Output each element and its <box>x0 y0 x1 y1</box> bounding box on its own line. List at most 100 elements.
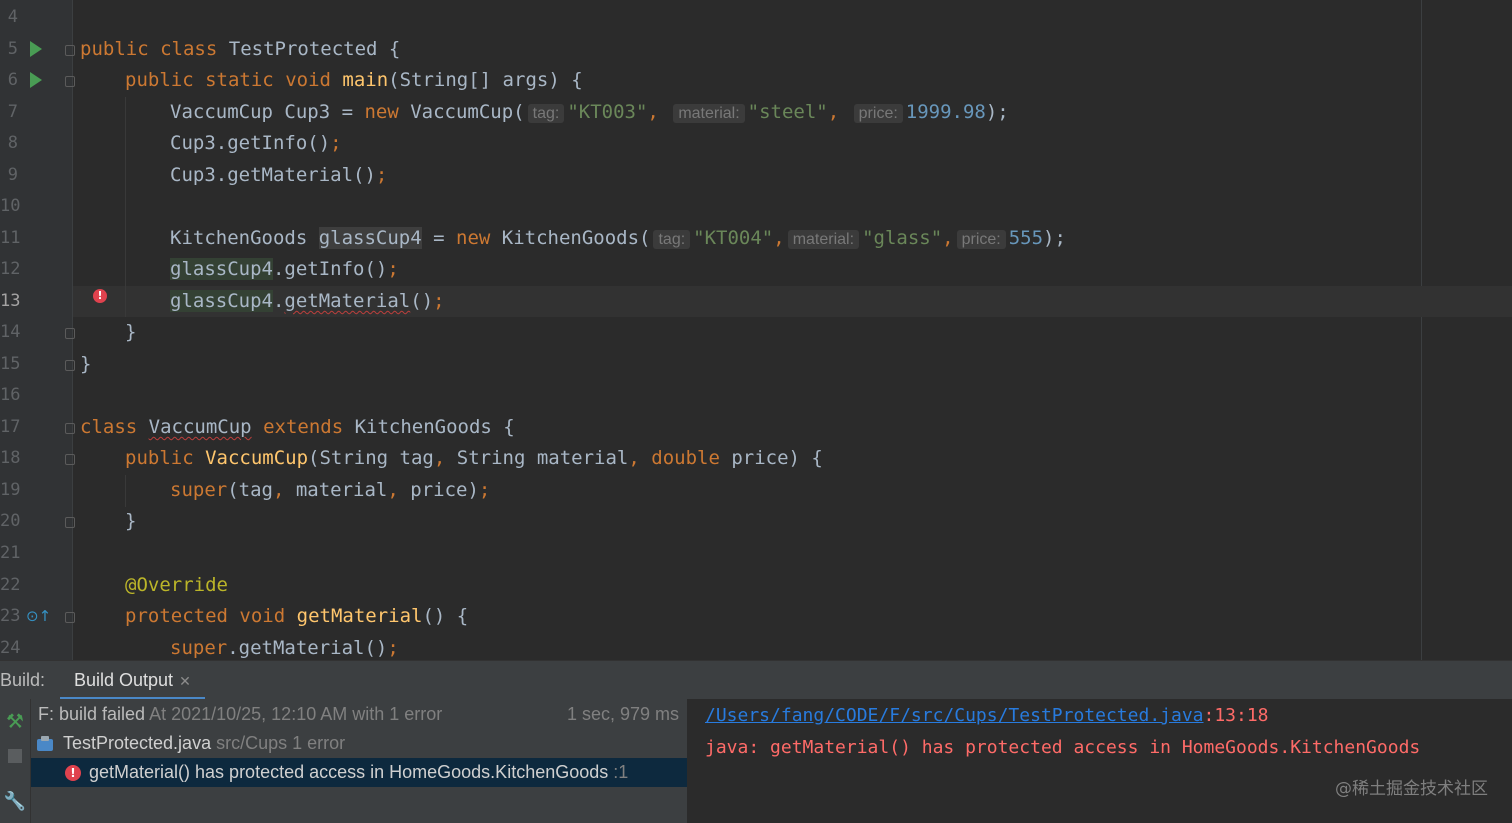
code-text: protected void getMaterial() { <box>125 605 469 627</box>
code-text: KitchenGoods glassCup4 = new KitchenGood… <box>170 227 1066 249</box>
run-main-icon[interactable] <box>30 72 42 88</box>
fold-icon[interactable] <box>65 517 75 528</box>
fold-icon[interactable] <box>65 45 75 56</box>
line-number: 7 <box>7 102 18 122</box>
line-number: 19 <box>0 480 21 500</box>
code-line-6: 6 public static void main(String[] args)… <box>0 65 1512 96</box>
line-number: 20 <box>0 511 21 531</box>
hammer-icon[interactable]: ⚒ <box>0 709 30 733</box>
fold-icon[interactable] <box>65 612 75 623</box>
file-path: src/Cups 1 error <box>216 733 346 753</box>
code-line-23: 23 ⊙↑ protected void getMaterial() { <box>0 601 1512 632</box>
line-number: 21 <box>0 543 21 563</box>
code-text: super(tag, material, price); <box>170 479 491 501</box>
code-text: class VaccumCup extends KitchenGoods { <box>80 416 515 438</box>
tab-build-output[interactable]: Build Output ✕ <box>60 661 205 700</box>
code-text: public class TestProtected { <box>80 38 401 60</box>
code-line-4: 4 <box>0 2 1512 33</box>
code-text: Cup3.getMaterial(); <box>170 164 388 186</box>
code-line-17: 17 class VaccumCup extends KitchenGoods … <box>0 412 1512 443</box>
watermark: @稀土掘金技术社区 <box>1335 779 1488 799</box>
java-file-icon <box>37 736 55 752</box>
error-icon: ! <box>65 765 81 782</box>
code-text: public VaccumCup(String tag, String mate… <box>125 447 823 469</box>
code-text: } <box>80 353 92 375</box>
line-number: 6 <box>7 70 18 90</box>
line-number: 11 <box>0 228 21 248</box>
param-hint: tag: <box>527 104 565 123</box>
code-line-13: 13 ! glassCup4.getMaterial(); <box>0 286 1512 317</box>
param-hint: price: <box>956 230 1006 249</box>
build-panel: ⚒ 🔧 F: build failed At 2021/10/25, 12:10… <box>0 699 1512 823</box>
error-location: :1 <box>613 762 629 782</box>
param-hint: price: <box>853 104 903 123</box>
code-text: super.getMaterial(); <box>170 637 399 659</box>
param-hint: material: <box>787 230 860 249</box>
code-line-10: 10 <box>0 191 1512 222</box>
param-hint: tag: <box>653 230 691 249</box>
tree-row-file[interactable]: TestProtected.java src/Cups 1 error <box>31 729 687 758</box>
code-line-15: 15 } <box>0 349 1512 380</box>
line-number: 4 <box>7 7 18 27</box>
line-number: 5 <box>7 39 18 59</box>
line-number: 24 <box>0 638 21 658</box>
fold-icon[interactable] <box>65 76 75 87</box>
error-position: :13:18 <box>1203 705 1269 726</box>
error-bulb-icon[interactable]: ! <box>93 289 107 303</box>
code-text: Cup3.getInfo(); <box>170 132 342 154</box>
line-number: 9 <box>7 165 18 185</box>
code-line-20: 20 } <box>0 506 1512 537</box>
wrench-icon[interactable]: 🔧 <box>0 791 30 812</box>
build-tree: F: build failed At 2021/10/25, 12:10 AM … <box>31 699 687 823</box>
code-text: glassCup4.getInfo(); <box>170 258 399 280</box>
code-line-9: 9 Cup3.getMaterial(); <box>0 160 1512 191</box>
line-number: 10 <box>0 196 21 216</box>
tree-row-error[interactable]: ! getMaterial() has protected access in H… <box>31 758 687 787</box>
code-line-14: 14 } <box>0 317 1512 348</box>
tree-row-build-result[interactable]: F: build failed At 2021/10/25, 12:10 AM … <box>31 700 687 729</box>
file-name: TestProtected.java <box>63 733 212 753</box>
code-line-16: 16 <box>0 380 1512 411</box>
code-text: glassCup4.getMaterial(); <box>170 290 445 312</box>
build-time-info: At 2021/10/25, 12:10 AM with 1 error <box>149 704 443 724</box>
console-error-line: java: getMaterial() has protected access… <box>705 737 1421 758</box>
code-text: public static void main(String[] args) { <box>125 69 583 91</box>
file-link[interactable]: /Users/fang/CODE/F/src/Cups/TestProtecte… <box>705 705 1204 726</box>
fold-icon[interactable] <box>65 328 75 339</box>
build-label: Build: <box>0 670 46 690</box>
build-side-toolbar: ⚒ 🔧 <box>0 699 31 823</box>
code-text: } <box>125 510 137 532</box>
code-line-8: 8 Cup3.getInfo(); <box>0 128 1512 159</box>
fold-icon[interactable] <box>65 454 75 465</box>
fold-icon[interactable] <box>65 423 75 434</box>
build-console[interactable]: /Users/fang/CODE/F/src/Cups/TestProtecte… <box>688 699 1512 823</box>
line-number: 12 <box>0 259 21 279</box>
line-number: 18 <box>0 448 21 468</box>
line-number: 15 <box>0 354 21 374</box>
console-line: /Users/fang/CODE/F/src/Cups/TestProtecte… <box>705 700 1269 731</box>
code-line-21: 21 <box>0 538 1512 569</box>
line-number: 22 <box>0 575 21 595</box>
code-text: } <box>125 321 137 343</box>
close-icon[interactable]: ✕ <box>179 673 191 689</box>
build-status: F: build failed <box>38 704 146 724</box>
code-line-5: 5 public class TestProtected { <box>0 34 1512 65</box>
error-message: getMaterial() has protected access in Ho… <box>89 762 609 782</box>
stop-icon[interactable] <box>0 749 30 763</box>
line-number: 23 <box>0 606 21 626</box>
param-hint: material: <box>673 104 745 123</box>
run-class-icon[interactable] <box>30 41 42 57</box>
fold-icon[interactable] <box>65 360 75 371</box>
code-line-18: 18 public VaccumCup(String tag, String m… <box>0 443 1512 474</box>
code-editor[interactable]: 4 5 public class TestProtected { 6 publi… <box>0 0 1512 660</box>
line-number: 13 <box>0 291 21 311</box>
build-toolwindow-header: Build: Build Output ✕ <box>0 660 1512 700</box>
override-method-icon[interactable]: ⊙↑ <box>26 601 51 632</box>
line-number: 16 <box>0 385 21 405</box>
code-line-24: 24 super.getMaterial(); <box>0 633 1512 660</box>
line-number: 8 <box>7 133 18 153</box>
code-line-7: 7 VaccumCup Cup3 = new VaccumCup(tag: "KT… <box>0 97 1512 128</box>
code-text: @Override <box>125 574 228 596</box>
tab-label: Build Output <box>74 670 174 690</box>
line-number: 14 <box>0 322 21 342</box>
